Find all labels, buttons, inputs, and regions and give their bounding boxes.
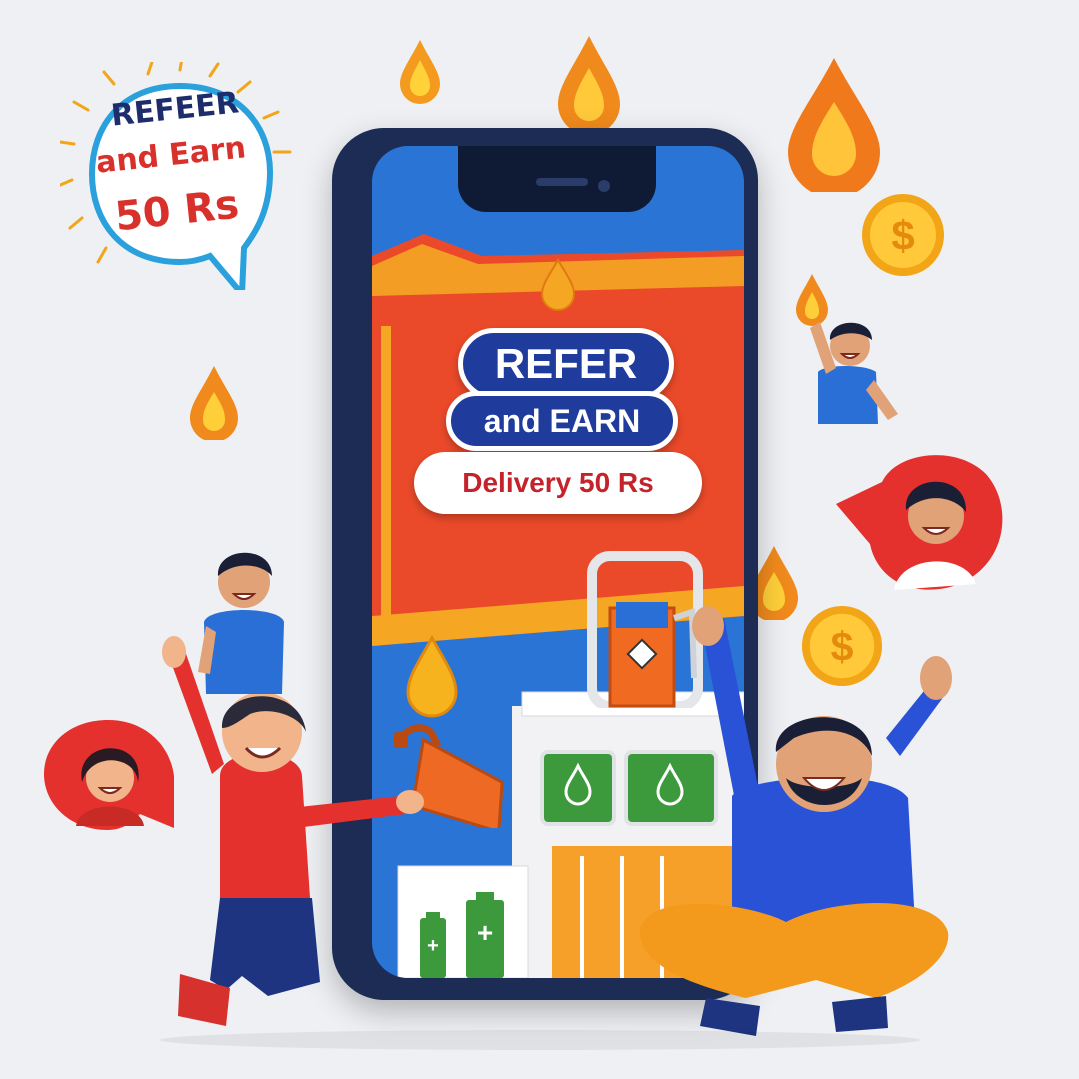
fuel-drop-icon bbox=[190, 366, 238, 440]
man-cheering-avatar bbox=[810, 322, 898, 424]
floor-shadow bbox=[160, 1030, 920, 1050]
svg-text:+: + bbox=[477, 917, 493, 948]
dollar-coin-icon: $ bbox=[862, 194, 944, 276]
svg-text:$: $ bbox=[891, 212, 914, 259]
fuel-drop-icon bbox=[558, 36, 620, 134]
speaker-grille bbox=[536, 178, 588, 186]
avatar-bubble-man bbox=[836, 455, 1003, 590]
woman-celebrating bbox=[162, 636, 424, 1026]
and-earn-subheadline: and EARN bbox=[446, 391, 678, 451]
fuel-drop-icon bbox=[788, 58, 880, 192]
camera-icon bbox=[598, 180, 610, 192]
avatar-bubble-woman bbox=[44, 720, 174, 830]
man-celebrating bbox=[639, 606, 952, 1036]
delivery-reward-label: Delivery 50 Rs bbox=[414, 452, 702, 514]
battery-icon: + + bbox=[420, 892, 504, 978]
man-waving-avatar bbox=[198, 552, 284, 694]
refer-headline: REFER bbox=[458, 328, 674, 400]
fuel-drop-icon bbox=[400, 40, 440, 104]
